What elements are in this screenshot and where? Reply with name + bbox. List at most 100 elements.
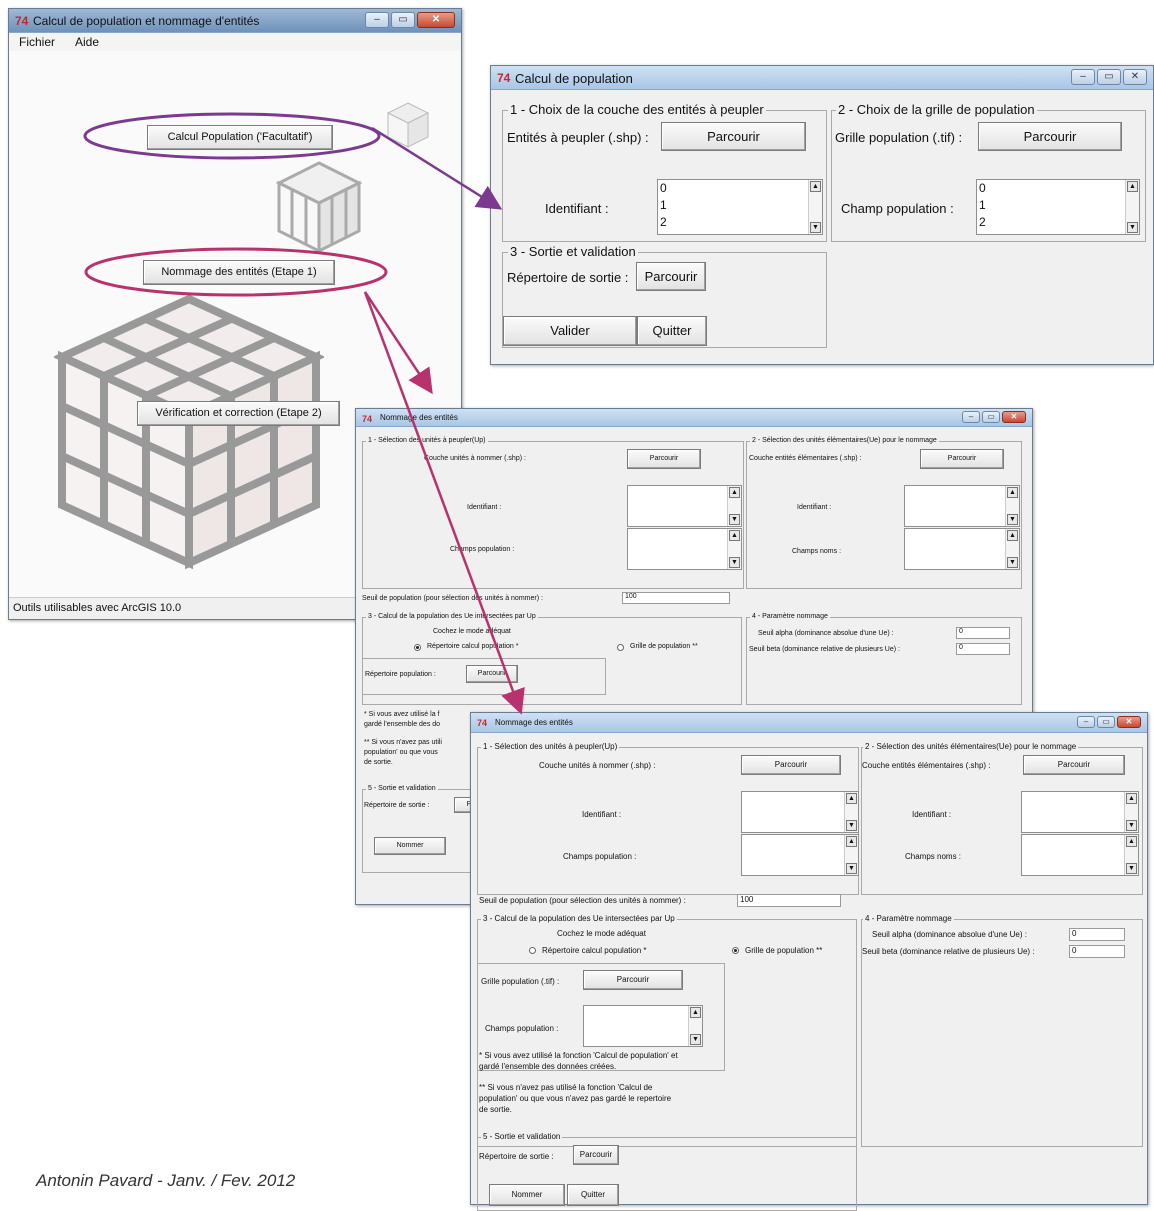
scroll-up-icon[interactable]: ▲	[810, 181, 821, 192]
close-button[interactable]: ✕	[417, 12, 455, 28]
scroll-up-icon[interactable]: ▲	[690, 1007, 701, 1018]
parcourir-shp-button[interactable]: Parcourir	[661, 122, 806, 151]
seuil-beta-input[interactable]: 0	[1069, 945, 1125, 958]
parcourir-sortie-button[interactable]: Parcourir	[573, 1145, 619, 1165]
scroll-up-icon[interactable]: ▲	[729, 487, 740, 498]
nommer-button[interactable]: Nommer	[374, 837, 446, 855]
minimize-button[interactable]: –	[962, 411, 980, 423]
calcul-titlebar[interactable]: 74 Calcul de population – ▭ ✕	[491, 66, 1153, 90]
scroll-down-icon[interactable]: ▼	[1007, 557, 1018, 568]
scroll-up-icon[interactable]: ▲	[1127, 181, 1138, 192]
launcher-titlebar[interactable]: 74 Calcul de population et nommage d'ent…	[9, 9, 461, 33]
close-button[interactable]: ✕	[1123, 69, 1147, 85]
scroll-up-icon[interactable]: ▲	[1126, 836, 1137, 847]
parcourir-tif-button[interactable]: Parcourir	[978, 122, 1122, 151]
close-button[interactable]: ✕	[1002, 411, 1026, 423]
parcourir-sortie-button[interactable]: Parcourir	[636, 262, 706, 291]
scrollbar[interactable]: ▲ ▼	[844, 835, 858, 875]
identifiant-listbox[interactable]: ▲ ▼	[904, 485, 1020, 527]
scroll-down-icon[interactable]: ▼	[1127, 222, 1138, 233]
scrollbar[interactable]: ▲ ▼	[688, 1006, 702, 1046]
minimize-button[interactable]: –	[365, 12, 389, 28]
list-item[interactable]: 1	[658, 197, 822, 214]
quitter-button[interactable]: Quitter	[567, 1184, 619, 1206]
scroll-down-icon[interactable]: ▼	[810, 222, 821, 233]
radio-repertoire[interactable]	[414, 644, 421, 651]
calcul-body: 1 - Choix de la couche des entités à peu…	[491, 90, 1153, 364]
radio-grille[interactable]	[732, 947, 739, 954]
scroll-up-icon[interactable]: ▲	[1007, 530, 1018, 541]
scrollbar[interactable]: ▲ ▼	[844, 792, 858, 832]
list-item[interactable]: 0	[977, 180, 1139, 197]
champs-population-listbox[interactable]: ▲ ▼	[741, 834, 859, 876]
seuil-population-input[interactable]: 100	[622, 592, 730, 604]
maximize-button[interactable]: ▭	[982, 411, 1000, 423]
maximize-button[interactable]: ▭	[1097, 69, 1121, 85]
parcourir-entites-button[interactable]: Parcourir	[1023, 755, 1125, 775]
champs-population-listbox[interactable]: ▲ ▼	[627, 528, 742, 570]
parcourir-entites-button[interactable]: Parcourir	[920, 449, 1004, 469]
seuil-beta-input[interactable]: 0	[956, 643, 1010, 655]
menu-aide[interactable]: Aide	[75, 35, 99, 49]
list-item[interactable]: 2	[658, 214, 822, 231]
nommage-entites-button[interactable]: Nommage des entités (Etape 1)	[143, 260, 335, 285]
identifiant-listbox[interactable]: ▲ ▼	[741, 791, 859, 833]
identifiant-listbox[interactable]: 0 1 2 ▲ ▼	[657, 179, 823, 235]
nommer-button[interactable]: Nommer	[489, 1184, 565, 1206]
scroll-down-icon[interactable]: ▼	[846, 863, 857, 874]
scroll-down-icon[interactable]: ▼	[690, 1034, 701, 1045]
minimize-button[interactable]: –	[1077, 716, 1095, 728]
calcul-population-button[interactable]: Calcul Population ('Facultatif')	[147, 125, 333, 150]
scrollbar[interactable]: ▲ ▼	[1005, 486, 1019, 526]
maximize-button[interactable]: ▭	[391, 12, 415, 28]
scrollbar[interactable]: ▲ ▼	[727, 529, 741, 569]
seuil-alpha-input[interactable]: 0	[1069, 928, 1125, 941]
scroll-up-icon[interactable]: ▲	[1007, 487, 1018, 498]
scrollbar[interactable]: ▲ ▼	[808, 180, 822, 234]
scrollbar[interactable]: ▲ ▼	[1124, 835, 1138, 875]
identifiant-listbox[interactable]: ▲ ▼	[627, 485, 742, 527]
verification-correction-button[interactable]: Vérification et correction (Etape 2)	[137, 401, 340, 426]
scrollbar[interactable]: ▲ ▼	[1125, 180, 1139, 234]
radio-grille[interactable]	[617, 644, 624, 651]
quitter-button[interactable]: Quitter	[637, 316, 707, 346]
scrollbar[interactable]: ▲ ▼	[727, 486, 741, 526]
scroll-down-icon[interactable]: ▼	[1007, 514, 1018, 525]
maximize-button[interactable]: ▭	[1097, 716, 1115, 728]
list-item[interactable]: 1	[977, 197, 1139, 214]
group-title: 2 - Sélection des unités élémentaires(Ue…	[863, 742, 1079, 751]
scroll-down-icon[interactable]: ▼	[729, 557, 740, 568]
scroll-up-icon[interactable]: ▲	[846, 793, 857, 804]
seuil-alpha-input[interactable]: 0	[956, 627, 1010, 639]
close-button[interactable]: ✕	[1117, 716, 1141, 728]
group-title: 3 - Calcul de la population des Ue inter…	[481, 914, 677, 923]
scroll-up-icon[interactable]: ▲	[729, 530, 740, 541]
scroll-down-icon[interactable]: ▼	[1126, 863, 1137, 874]
scrollbar[interactable]: ▲ ▼	[1005, 529, 1019, 569]
menu-fichier[interactable]: Fichier	[19, 35, 55, 49]
champs-population-listbox[interactable]: ▲ ▼	[583, 1005, 703, 1047]
scroll-down-icon[interactable]: ▼	[846, 820, 857, 831]
minimize-button[interactable]: –	[1071, 69, 1095, 85]
parcourir-grille-button[interactable]: Parcourir	[583, 970, 683, 990]
list-item[interactable]: 2	[977, 214, 1139, 231]
parcourir-couche-button[interactable]: Parcourir	[741, 755, 841, 775]
scroll-down-icon[interactable]: ▼	[1126, 820, 1137, 831]
nommage1-titlebar[interactable]: 74 Nommage des entités – ▭ ✕	[356, 409, 1032, 427]
scroll-down-icon[interactable]: ▼	[729, 514, 740, 525]
scroll-up-icon[interactable]: ▲	[1126, 793, 1137, 804]
identifiant-label: Identifiant :	[467, 504, 502, 511]
seuil-population-input[interactable]: 100	[737, 894, 841, 907]
scrollbar[interactable]: ▲ ▼	[1124, 792, 1138, 832]
champs-noms-listbox[interactable]: ▲ ▼	[904, 528, 1020, 570]
champs-noms-listbox[interactable]: ▲ ▼	[1021, 834, 1139, 876]
scroll-up-icon[interactable]: ▲	[846, 836, 857, 847]
list-item[interactable]: 0	[658, 180, 822, 197]
nommage2-titlebar[interactable]: 74 Nommage des entités – ▭ ✕	[471, 713, 1147, 733]
parcourir-repertoire-button[interactable]: Parcourir	[466, 665, 518, 683]
identifiant-listbox[interactable]: ▲ ▼	[1021, 791, 1139, 833]
champ-population-listbox[interactable]: 0 1 2 ▲ ▼	[976, 179, 1140, 235]
valider-button[interactable]: Valider	[503, 316, 637, 346]
radio-repertoire[interactable]	[529, 947, 536, 954]
parcourir-couche-button[interactable]: Parcourir	[627, 449, 701, 469]
